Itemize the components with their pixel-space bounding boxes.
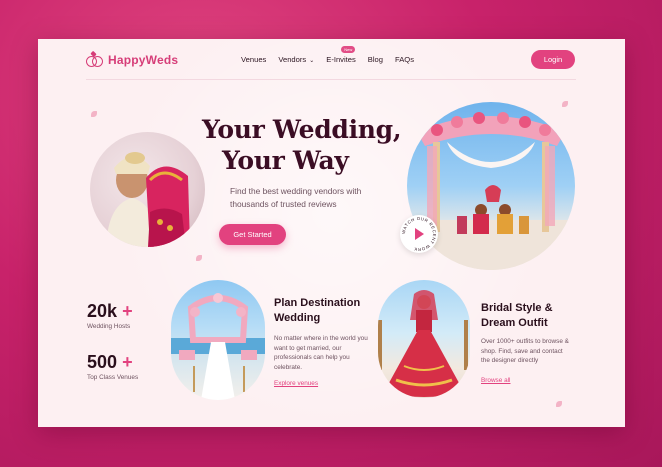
- stat-label: Wedding Hosts: [87, 323, 131, 330]
- nav-item-faqs[interactable]: FAQs: [395, 55, 414, 64]
- couple-photo: [90, 132, 205, 247]
- card-title-line1: Bridal Style &: [481, 302, 553, 314]
- stat-wedding-hosts: 20k + Wedding Hosts: [87, 301, 133, 330]
- brand-logo[interactable]: HappyWeds: [86, 50, 179, 67]
- get-started-button[interactable]: Get Started: [219, 224, 286, 245]
- stat-value: 20k: [87, 301, 118, 321]
- watch-video-button[interactable]: WATCH OUR RECENT WORK: [400, 215, 438, 253]
- nav-divider: [86, 79, 576, 80]
- nav-item-e-invites-label: E-Invites: [326, 55, 356, 64]
- petal-icon: [196, 255, 202, 261]
- petal-icon: [91, 111, 97, 117]
- nav-item-e-invites[interactable]: New E-Invites: [326, 46, 356, 64]
- main-nav: Venues Vendors ⌄ New E-Invites Blog FAQs: [241, 46, 414, 64]
- play-icon: [415, 228, 424, 240]
- hero-subtitle: Find the best wedding vendors with thous…: [230, 186, 362, 209]
- hero-title-line2: Your Way: [222, 146, 349, 175]
- nav-item-blog[interactable]: Blog: [368, 55, 383, 64]
- card-title-bridal: Bridal Style & Dream Outfit: [481, 301, 553, 331]
- nav-item-vendors-label: Vendors: [278, 55, 307, 64]
- bridal-outfit-photo: [378, 280, 470, 398]
- brand-name: HappyWeds: [108, 53, 179, 67]
- card-title-line2: Dream Outfit: [481, 317, 548, 329]
- stat-top-venues: 500 + Top Class Venues: [87, 352, 138, 381]
- browse-all-link[interactable]: Browse all: [481, 377, 510, 384]
- card-title-line2: Wedding: [274, 312, 321, 324]
- stat-value: 500: [87, 352, 118, 372]
- chevron-down-icon: ⌄: [309, 58, 315, 64]
- nav-item-vendors[interactable]: Vendors ⌄: [278, 55, 314, 64]
- login-button[interactable]: Login: [531, 50, 575, 69]
- rings-logo-icon: [86, 50, 104, 67]
- destination-wedding-photo: [171, 280, 265, 400]
- hero-title: Your Wedding, Your Way: [202, 114, 402, 176]
- explore-venues-link[interactable]: Explore venues: [274, 380, 318, 387]
- page-frame: HappyWeds Venues Vendors ⌄ New E-Invites B…: [38, 39, 625, 427]
- card-desc-destination: No matter where in the world you want to…: [274, 335, 368, 371]
- petal-icon: [562, 101, 568, 107]
- stat-plus: +: [122, 352, 133, 372]
- nav-item-venues[interactable]: Venues: [241, 55, 266, 64]
- card-title-line1: Plan Destination: [274, 297, 361, 309]
- stat-label: Top Class Venues: [87, 374, 139, 381]
- stat-plus: +: [122, 301, 133, 321]
- card-title-destination: Plan Destination Wedding: [274, 296, 360, 326]
- petal-icon: [556, 401, 562, 407]
- hero-title-line1: Your Wedding,: [202, 115, 402, 144]
- card-desc-bridal: Over 1000+ outfits to browse & shop. Fin…: [481, 338, 569, 364]
- new-badge: New: [341, 46, 356, 53]
